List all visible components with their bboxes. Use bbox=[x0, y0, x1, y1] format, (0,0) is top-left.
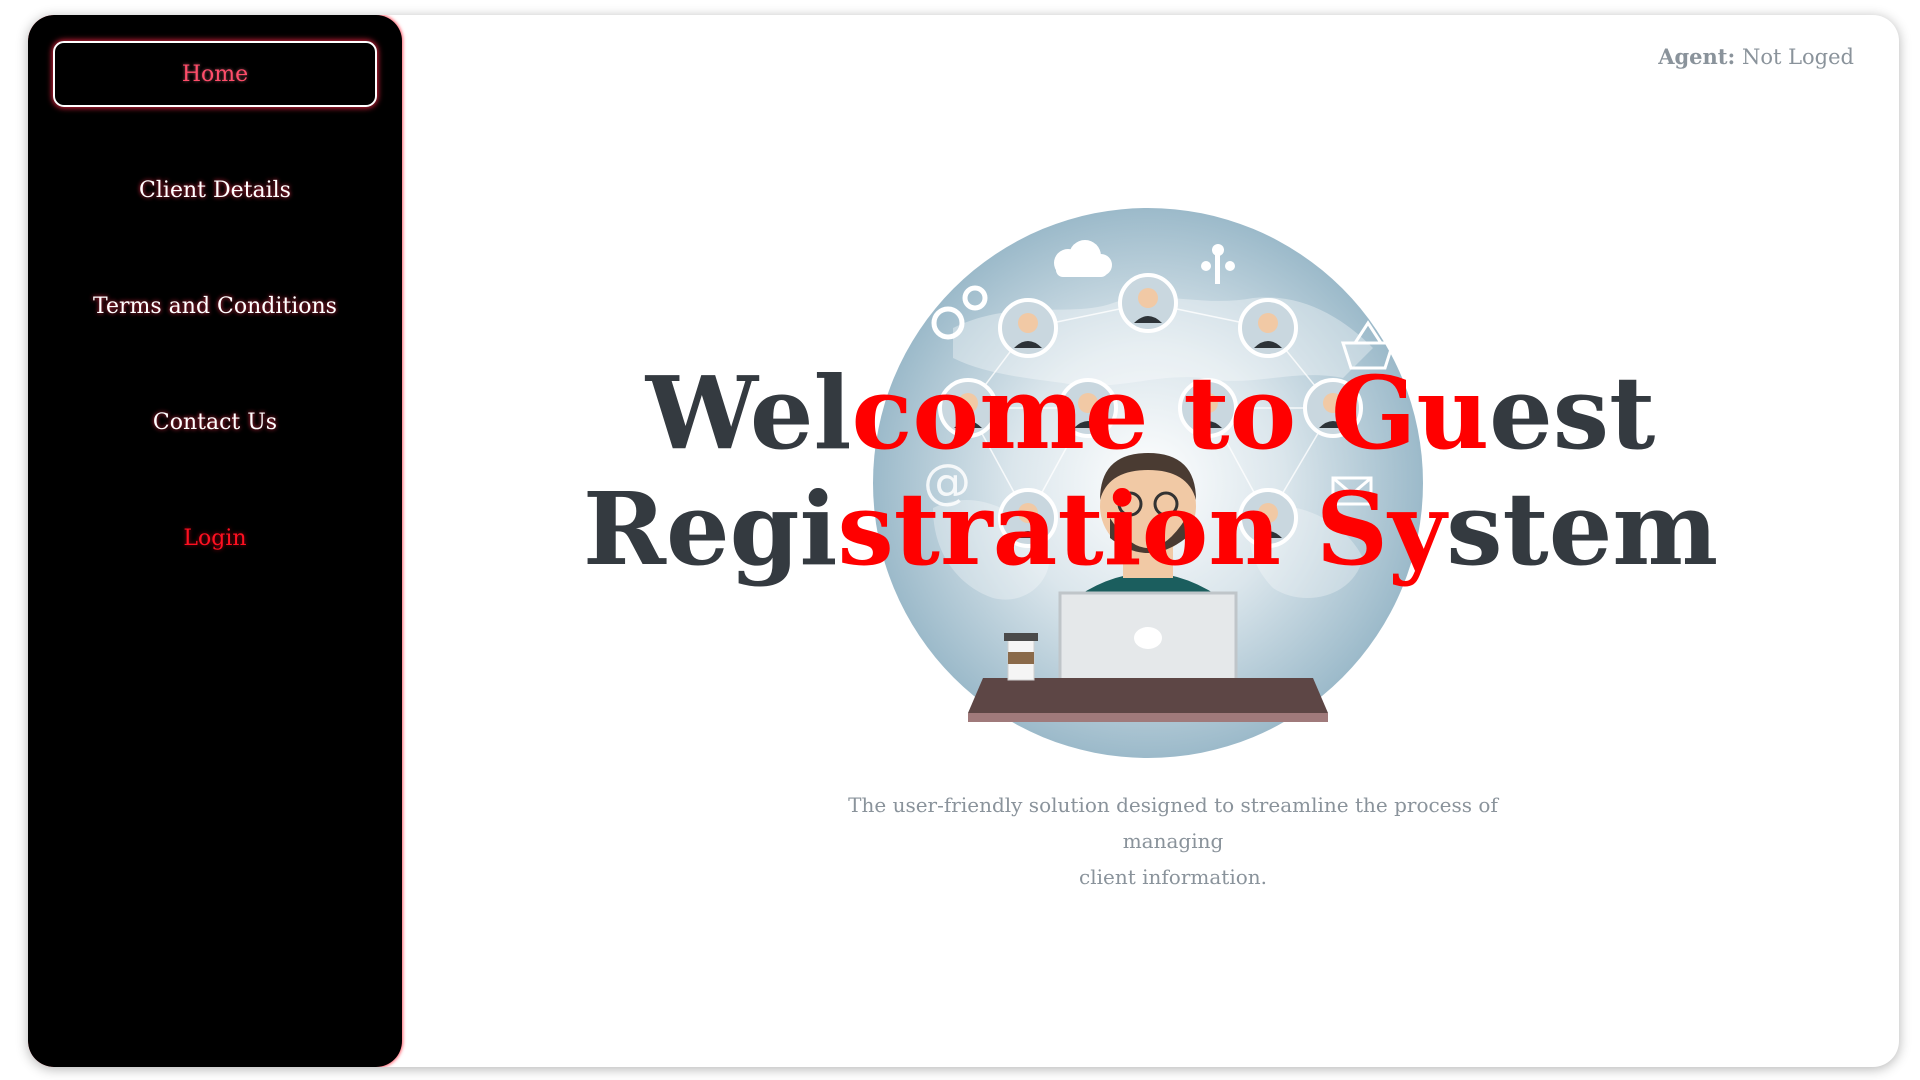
app-window: Home Client Details Terms and Conditions… bbox=[28, 15, 1899, 1067]
coffee-cup-icon bbox=[1004, 633, 1038, 681]
hero-subtitle: The user-friendly solution designed to s… bbox=[848, 793, 1498, 889]
sidebar-item-login[interactable]: Login bbox=[53, 505, 377, 571]
agent-value: Not Loged bbox=[1741, 45, 1854, 69]
sidebar-nav: Home Client Details Terms and Conditions… bbox=[28, 15, 402, 1067]
sidebar-item-client-details[interactable]: Client Details bbox=[53, 157, 377, 223]
sidebar-item-contact-us[interactable]: Contact Us bbox=[53, 389, 377, 455]
agent-status: Agent: Not Loged bbox=[1658, 44, 1854, 69]
sidebar-item-label: Terms and Conditions bbox=[93, 293, 337, 319]
agent-label: Agent: bbox=[1658, 44, 1736, 69]
sidebar-item-label: Client Details bbox=[139, 177, 291, 203]
desk bbox=[968, 678, 1328, 713]
sidebar-item-label: Login bbox=[183, 525, 247, 551]
sidebar-item-label: Contact Us bbox=[152, 409, 278, 435]
sidebar-item-label: Home bbox=[181, 61, 249, 87]
page-title: Welcome to Guest Registration System bbox=[582, 354, 1719, 588]
sidebar-item-home[interactable]: Home bbox=[53, 41, 377, 107]
sidebar-item-terms[interactable]: Terms and Conditions bbox=[53, 273, 377, 339]
